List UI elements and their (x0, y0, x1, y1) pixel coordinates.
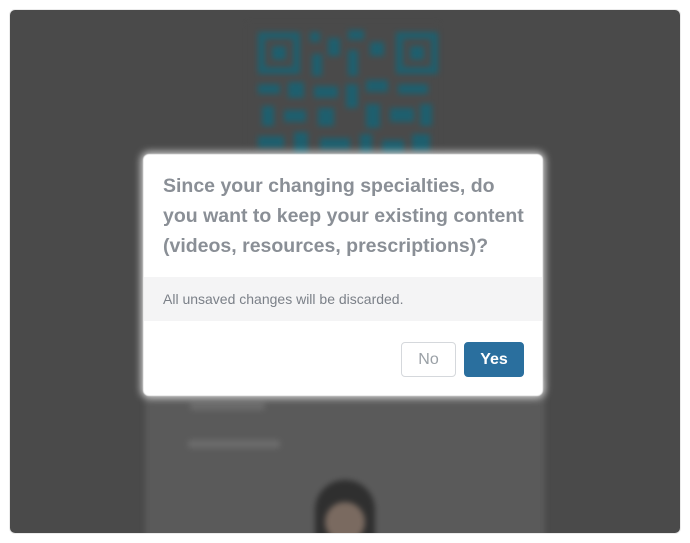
background-text-line (188, 440, 280, 448)
app-window: Since your changing specialties, do you … (10, 10, 680, 533)
qr-code-icon (248, 24, 438, 174)
background-text-line (190, 402, 265, 410)
no-button[interactable]: No (401, 342, 456, 377)
dialog-message: All unsaved changes will be discarded. (163, 291, 404, 307)
confirm-dialog: Since your changing specialties, do you … (144, 155, 542, 395)
yes-button[interactable]: Yes (464, 342, 524, 377)
dialog-body: All unsaved changes will be discarded. (144, 277, 542, 321)
dialog-title: Since your changing specialties, do you … (163, 175, 524, 257)
